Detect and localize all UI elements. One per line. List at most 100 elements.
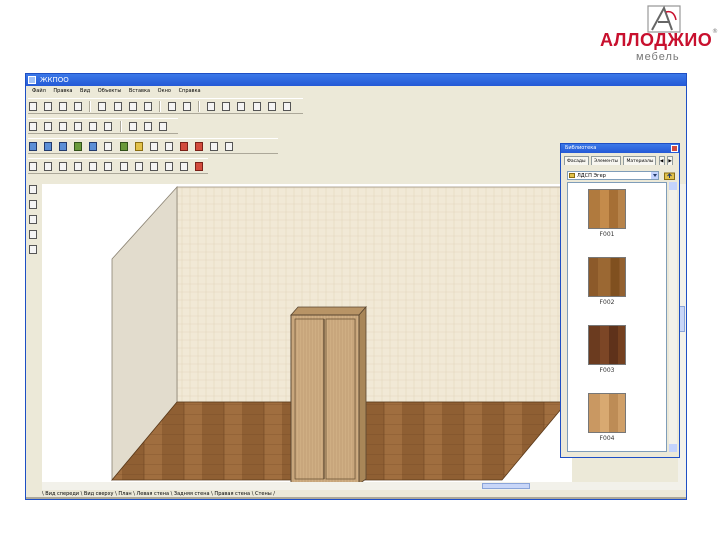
menu-view[interactable]: Вид	[80, 88, 90, 94]
color-icon[interactable]	[179, 142, 188, 151]
menu-help[interactable]: Справка	[179, 88, 201, 94]
horizontal-scroll-thumb[interactable]	[482, 483, 530, 489]
texture-map-icon[interactable]	[195, 162, 204, 171]
copy-icon[interactable]	[113, 102, 122, 111]
window-title: ЖКПОО	[40, 76, 69, 84]
door-tool-icon[interactable]	[29, 230, 37, 239]
grid-toggle-icon[interactable]	[29, 162, 37, 171]
pointer-icon[interactable]	[29, 185, 37, 194]
menu-objects[interactable]: Объекты	[98, 88, 122, 94]
toolbar-edit	[28, 118, 178, 150]
menu-file[interactable]: Файл	[32, 88, 46, 94]
save-icon[interactable]	[59, 102, 68, 111]
properties-icon[interactable]	[207, 102, 216, 111]
rotate-icon[interactable]	[59, 122, 68, 131]
chevron-down-icon[interactable]	[651, 172, 658, 179]
material-label: F004	[599, 435, 615, 442]
tab-scroll-right-icon[interactable]: ▶	[667, 156, 674, 165]
mirror-icon[interactable]	[128, 122, 137, 131]
close-icon[interactable]	[671, 145, 678, 152]
tab-scroll-left-icon[interactable]: ◀	[658, 156, 665, 165]
menu-insert[interactable]: Вставка	[129, 88, 150, 94]
menu-edit[interactable]: Правка	[53, 88, 72, 94]
print-icon[interactable]	[74, 102, 83, 111]
toolbar-separator	[198, 101, 201, 112]
move-icon[interactable]	[44, 122, 53, 131]
door-icon[interactable]	[74, 142, 83, 151]
new-file-icon[interactable]	[29, 102, 37, 111]
view-left-icon[interactable]	[267, 102, 276, 111]
room-scene	[111, 185, 568, 482]
material-swatch-f003[interactable]	[588, 325, 626, 365]
library-scrollbar[interactable]	[669, 182, 677, 452]
panel-icon[interactable]	[104, 142, 113, 151]
wall-tool-icon[interactable]	[29, 200, 37, 209]
library-tabs: Фасады Элементы Материалы ◀ ▶	[564, 156, 678, 165]
align-left-icon[interactable]	[74, 122, 83, 131]
cabinet-icon[interactable]	[44, 142, 53, 151]
toolbar-separator	[89, 101, 92, 112]
material-swatch-f004[interactable]	[588, 393, 626, 433]
tab-facades[interactable]: Фасады	[564, 156, 589, 165]
wardrobe-icon[interactable]	[29, 142, 37, 151]
render-icon[interactable]	[44, 162, 53, 171]
tab-materials[interactable]: Материалы	[623, 156, 657, 165]
redo-icon[interactable]	[183, 102, 192, 111]
orbit-icon[interactable]	[179, 162, 188, 171]
scroll-up-icon[interactable]	[669, 182, 677, 190]
shading-icon[interactable]	[74, 162, 83, 171]
light-source-icon[interactable]	[89, 162, 98, 171]
material-list: F001 F002 F003 F004	[567, 182, 667, 452]
light-icon[interactable]	[134, 142, 143, 151]
window-tool-icon[interactable]	[29, 215, 37, 224]
texture-icon[interactable]	[195, 142, 204, 151]
align-right-icon[interactable]	[89, 122, 98, 131]
grid-icon[interactable]	[222, 102, 231, 111]
align-top-icon[interactable]	[104, 122, 113, 131]
view-front-icon[interactable]	[237, 102, 246, 111]
rotate-view-icon[interactable]	[119, 162, 128, 171]
dimension-tool-icon[interactable]	[29, 245, 37, 254]
library-folder-name: ЛДСП Эгер	[577, 173, 606, 179]
zoom-out-icon[interactable]	[225, 142, 234, 151]
handle-icon[interactable]	[149, 142, 158, 151]
open-file-icon[interactable]	[44, 102, 53, 111]
view-right-icon[interactable]	[282, 102, 291, 111]
left-toolbar	[28, 183, 40, 333]
toolbar-separator	[158, 101, 161, 112]
library-panel: Библиотека Фасады Элементы Материалы ◀ ▶…	[560, 143, 680, 458]
wardrobe[interactable]	[290, 305, 367, 482]
library-folder-select[interactable]: ЛДСП Эгер	[567, 171, 659, 180]
folder-up-icon[interactable]	[664, 171, 675, 180]
material-swatch-f002[interactable]	[588, 257, 626, 297]
view-top-icon[interactable]	[252, 102, 261, 111]
drawer-icon[interactable]	[89, 142, 98, 151]
viewport-horizontal-scrollbar[interactable]	[42, 482, 686, 490]
delete-icon[interactable]	[143, 102, 152, 111]
status-bar	[26, 497, 686, 499]
3d-viewport[interactable]	[42, 184, 572, 482]
plant-icon[interactable]	[119, 142, 128, 151]
shadow-icon[interactable]	[104, 162, 113, 171]
paste-icon[interactable]	[128, 102, 137, 111]
tab-elements[interactable]: Элементы	[590, 156, 622, 165]
camera-icon[interactable]	[210, 142, 219, 151]
material-label: F002	[599, 299, 615, 306]
select-icon[interactable]	[29, 122, 37, 131]
back-wall	[176, 186, 568, 403]
fly-icon[interactable]	[164, 162, 173, 171]
undo-icon[interactable]	[167, 102, 176, 111]
group-icon[interactable]	[143, 122, 152, 131]
walk-icon[interactable]	[149, 162, 158, 171]
wireframe-icon[interactable]	[59, 162, 68, 171]
rail-icon[interactable]	[164, 142, 173, 151]
cut-icon[interactable]	[98, 102, 107, 111]
shelf-icon[interactable]	[59, 142, 68, 151]
toolbar-render	[28, 158, 208, 174]
library-title-bar: Библиотека	[561, 144, 679, 153]
menu-window[interactable]: Окно	[158, 88, 171, 94]
material-swatch-f001[interactable]	[588, 189, 626, 229]
pan-icon[interactable]	[134, 162, 143, 171]
ungroup-icon[interactable]	[158, 122, 167, 131]
scroll-down-icon[interactable]	[669, 444, 677, 452]
